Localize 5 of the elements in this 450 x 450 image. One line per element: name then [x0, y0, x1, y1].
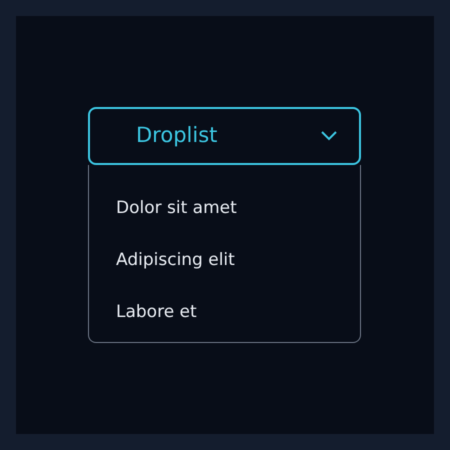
menu-item[interactable]: Adipiscing elit — [89, 235, 262, 287]
dropdown-button[interactable]: Droplist — [88, 107, 361, 165]
menu-item[interactable]: Labore et — [89, 287, 224, 339]
chevron-icon — [321, 131, 337, 141]
menu-item[interactable]: Dolor sit amet — [89, 183, 264, 235]
